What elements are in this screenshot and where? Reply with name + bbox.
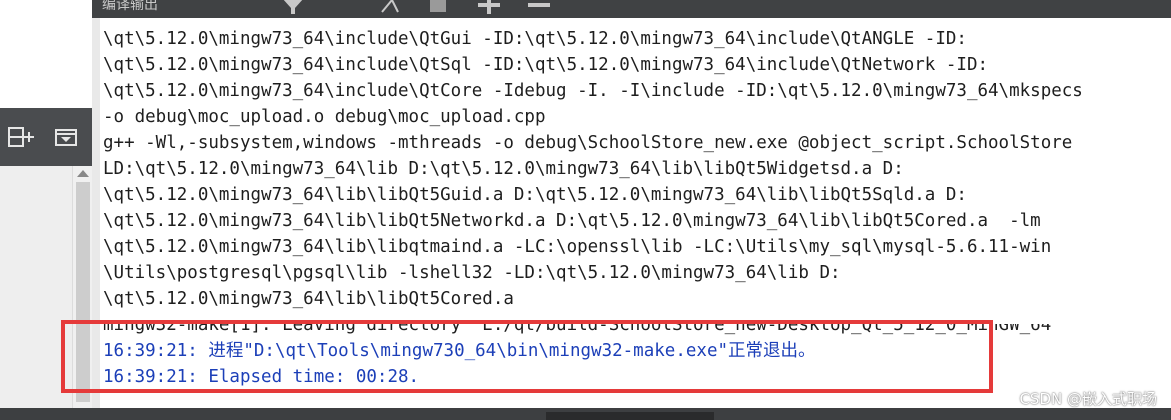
output-line: g++ -Wl,-subsystem,windows -mthreads -o … <box>103 133 1073 153</box>
bottom-status-strip <box>0 408 1171 420</box>
pane-title: 编译输出 <box>102 0 158 13</box>
scroll-up-icon[interactable] <box>77 170 89 177</box>
plus-icon[interactable] <box>474 0 504 14</box>
output-line: \qt\5.12.0\mingw73_64\lib\libqtmaind.a -… <box>103 237 1052 257</box>
output-line: \qt\5.12.0\mingw73_64\include\QtSql -ID:… <box>103 55 989 75</box>
output-line-partial: mingw32-make[1]: Leaving directory 'E:/q… <box>103 315 1052 335</box>
process-exit-message: 16:39:21: 进程"D:\qt\Tools\mingw730_64\bin… <box>103 341 816 361</box>
split-add-icon[interactable] <box>6 126 36 148</box>
output-line: \qt\5.12.0\mingw73_64\include\QtGui -ID:… <box>103 29 967 49</box>
compile-output-console[interactable]: \qt\5.12.0\mingw73_64\include\QtGui -ID:… <box>100 18 1171 408</box>
left-blank-area <box>0 0 92 108</box>
filter-icon[interactable] <box>278 0 308 14</box>
minimize-panel-icon[interactable] <box>54 128 80 148</box>
output-line: -o debug\moc_upload.o debug\moc_upload.c… <box>103 107 546 127</box>
watermark: CSDN @嵌入式职场 <box>1019 390 1157 408</box>
pane-divider <box>92 18 100 408</box>
elapsed-time-message: 16:39:21: Elapsed time: 00:28. <box>103 367 420 387</box>
minus-icon[interactable] <box>524 0 554 14</box>
arrow-icon[interactable] <box>374 0 404 14</box>
vertical-scrollbar[interactable] <box>72 166 93 408</box>
output-line: \qt\5.12.0\mingw73_64\lib\libQt5Networkd… <box>103 211 1041 231</box>
stop-icon[interactable] <box>424 0 454 14</box>
horizontal-scroll-thumb[interactable] <box>546 412 714 420</box>
output-line: \qt\5.12.0\mingw73_64\include\QtCore -Id… <box>103 81 1083 101</box>
scroll-thumb[interactable] <box>76 182 90 402</box>
left-toolbar <box>0 108 92 166</box>
output-pane-header: 编译输出 <box>92 0 1171 18</box>
output-line: \Utils\postgresql\pgsql\lib -lshell32 -L… <box>103 263 841 283</box>
output-line: \qt\5.12.0\mingw73_64\lib\libQt5Cored.a <box>103 289 514 309</box>
output-line: LD:\qt\5.12.0\mingw73_64\lib D:\qt\5.12.… <box>103 159 904 179</box>
output-line: \qt\5.12.0\mingw73_64\lib\libQt5Guid.a D… <box>103 185 967 205</box>
